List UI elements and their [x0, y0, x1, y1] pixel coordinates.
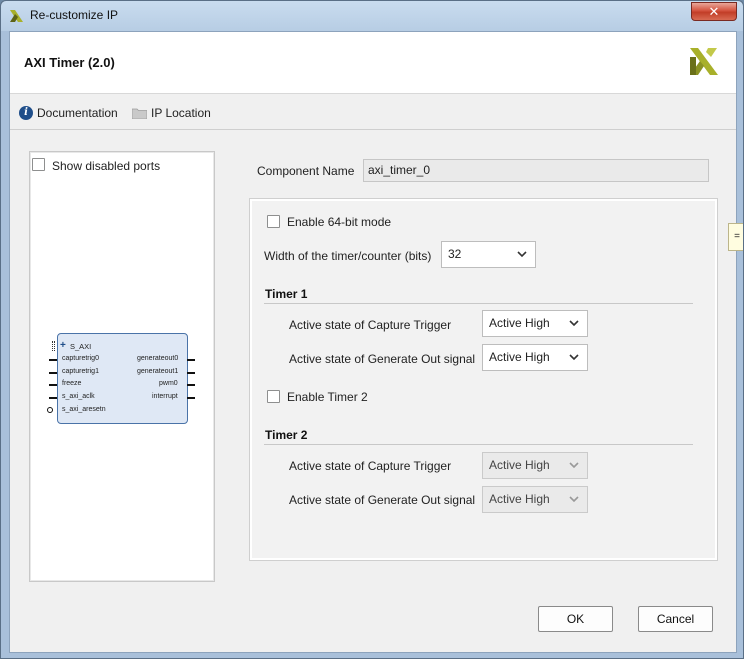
ok-button[interactable]: OK [538, 606, 613, 632]
timer1-capture-label: Active state of Capture Trigger [289, 318, 452, 332]
collapse-tab-icon[interactable]: = [728, 223, 743, 251]
documentation-link[interactable]: Documentation [37, 106, 118, 120]
dialog-window: Re-customize IP ✕ AXI Timer (2.0) i Docu… [0, 0, 744, 659]
port-pin [187, 359, 195, 361]
chevron-down-icon [517, 251, 527, 258]
timer-width-label: Width of the timer/counter (bits) [264, 249, 432, 263]
port-pin [187, 372, 195, 374]
show-disabled-ports-checkbox[interactable] [32, 158, 45, 171]
timer1-generate-value: Active High [489, 350, 550, 364]
enable-64bit-label: Enable 64-bit mode [287, 215, 392, 229]
chevron-down-icon [569, 320, 579, 327]
port-pin [187, 397, 195, 399]
port-left: capturetrig0 [62, 355, 99, 362]
show-disabled-ports-label: Show disabled ports [52, 159, 161, 173]
port-left: s_axi_aclk [62, 393, 95, 400]
timer2-generate-value: Active High [489, 492, 550, 506]
timer2-title: Timer 2 [265, 428, 308, 442]
window-title: Re-customize IP [30, 8, 119, 22]
info-icon: i [19, 106, 33, 120]
timer-width-select[interactable]: 32 [441, 241, 536, 268]
timer2-capture-select[interactable]: Active High [482, 452, 588, 479]
timer1-generate-label: Active state of Generate Out signal [289, 352, 476, 366]
timer2-divider [264, 444, 693, 445]
timer2-generate-select[interactable]: Active High [482, 486, 588, 513]
component-name-label: Component Name [257, 164, 355, 178]
app-icon [10, 10, 23, 22]
chevron-down-icon [569, 462, 579, 469]
port-pin [49, 359, 57, 361]
timer2-generate-label: Active state of Generate Out signal [289, 493, 476, 507]
folder-icon [132, 108, 147, 119]
timer1-divider [264, 303, 693, 304]
port-pin [49, 397, 57, 399]
port-right: generateout0 [137, 355, 179, 362]
timer1-capture-select[interactable]: Active High [482, 310, 588, 337]
timer1-generate-select[interactable]: Active High [482, 344, 588, 371]
port-left: capturetrig1 [62, 368, 99, 375]
port-left: freeze [62, 380, 82, 387]
xilinx-logo-icon [690, 48, 718, 75]
timer-width-value: 32 [448, 247, 462, 261]
timer2-capture-label: Active state of Capture Trigger [289, 459, 452, 473]
timer1-title: Timer 1 [265, 287, 308, 301]
port-right: interrupt [152, 393, 178, 400]
port-pin [49, 372, 57, 374]
ip-location-link[interactable]: IP Location [151, 106, 211, 120]
port-right: generateout1 [137, 368, 179, 375]
cancel-button[interactable]: Cancel [638, 606, 713, 632]
component-name-field[interactable]: axi_timer_0 [363, 159, 709, 182]
bus-port-label: S_AXI [70, 342, 92, 351]
bus-handle [52, 341, 55, 351]
timer2-capture-value: Active High [489, 458, 550, 472]
enable-timer2-checkbox[interactable] [267, 390, 280, 403]
toolbar-divider [10, 129, 736, 130]
timer1-capture-value: Active High [489, 316, 550, 330]
chevron-down-icon [569, 354, 579, 361]
enable-timer2-label: Enable Timer 2 [287, 390, 368, 404]
enable-64bit-checkbox[interactable] [267, 215, 280, 228]
bus-expand-icon[interactable]: + [60, 340, 66, 351]
header-banner [10, 32, 736, 94]
port-pin [187, 384, 195, 386]
chevron-down-icon [569, 496, 579, 503]
port-bubble [47, 407, 53, 413]
close-button[interactable]: ✕ [691, 2, 737, 21]
page-title: AXI Timer (2.0) [24, 55, 115, 70]
port-right: pwm0 [159, 380, 178, 387]
port-left: s_axi_aresetn [62, 406, 106, 413]
port-pin [49, 384, 57, 386]
